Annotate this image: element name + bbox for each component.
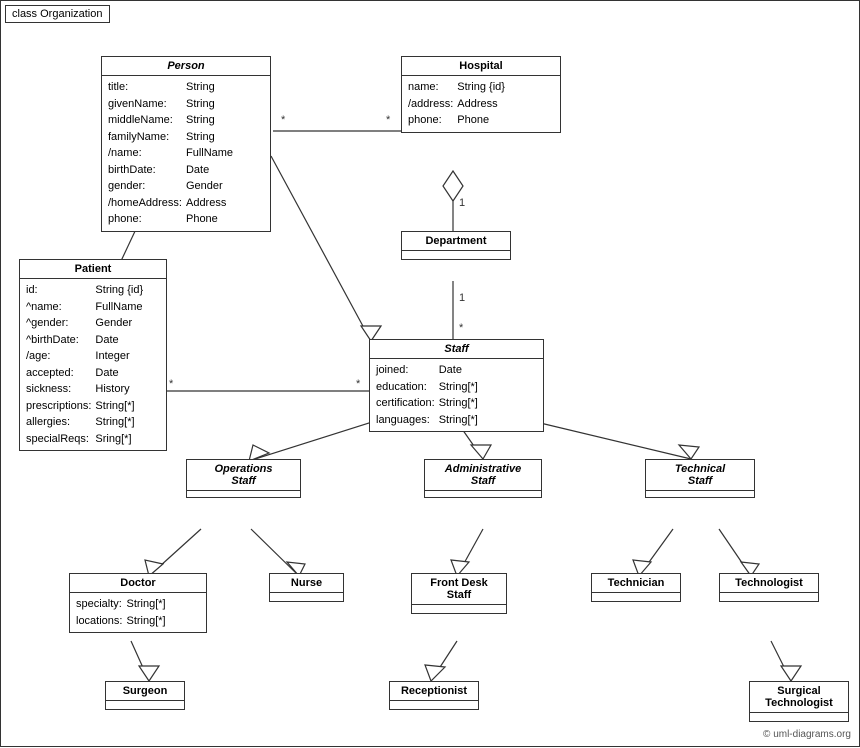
staff-class: Staff joined:Date education:String[*] ce… bbox=[369, 339, 544, 432]
front-desk-staff-title: Front DeskStaff bbox=[412, 574, 506, 605]
svg-text:*: * bbox=[169, 378, 174, 390]
diagram-title: class Organization bbox=[5, 5, 110, 23]
administrative-staff-title: AdministrativeStaff bbox=[425, 460, 541, 491]
svg-text:1: 1 bbox=[459, 292, 465, 304]
technical-staff-class: TechnicalStaff bbox=[645, 459, 755, 498]
hospital-class: Hospital name:String {id} /address:Addre… bbox=[401, 56, 561, 133]
staff-title: Staff bbox=[370, 340, 543, 359]
svg-text:1: 1 bbox=[459, 197, 465, 209]
surgeon-body bbox=[106, 701, 184, 709]
technologist-title: Technologist bbox=[720, 574, 818, 593]
department-class: Department bbox=[401, 231, 511, 260]
hospital-title: Hospital bbox=[402, 57, 560, 76]
patient-title: Patient bbox=[20, 260, 166, 279]
front-desk-staff-class: Front DeskStaff bbox=[411, 573, 507, 614]
surgical-technologist-class: SurgicalTechnologist bbox=[749, 681, 849, 722]
diagram-container: class Organization * * 1 * 1 * bbox=[0, 0, 860, 747]
svg-text:*: * bbox=[459, 322, 464, 334]
technologist-class: Technologist bbox=[719, 573, 819, 602]
technician-title: Technician bbox=[592, 574, 680, 593]
receptionist-class: Receptionist bbox=[389, 681, 479, 710]
front-desk-staff-body bbox=[412, 605, 506, 613]
technician-body bbox=[592, 593, 680, 601]
doctor-title: Doctor bbox=[70, 574, 206, 593]
patient-body: id:String {id} ^name:FullName ^gender:Ge… bbox=[20, 279, 166, 450]
operations-staff-title: OperationsStaff bbox=[187, 460, 300, 491]
surgeon-class: Surgeon bbox=[105, 681, 185, 710]
administrative-staff-class: AdministrativeStaff bbox=[424, 459, 542, 498]
technician-class: Technician bbox=[591, 573, 681, 602]
nurse-body bbox=[270, 593, 343, 601]
person-class: Person title:String givenName:String mid… bbox=[101, 56, 271, 232]
technical-staff-body bbox=[646, 491, 754, 497]
receptionist-body bbox=[390, 701, 478, 709]
svg-text:*: * bbox=[386, 114, 391, 126]
staff-body: joined:Date education:String[*] certific… bbox=[370, 359, 543, 431]
surgical-technologist-title: SurgicalTechnologist bbox=[750, 682, 848, 713]
operations-staff-class: OperationsStaff bbox=[186, 459, 301, 498]
copyright-text: © uml-diagrams.org bbox=[763, 729, 851, 740]
technologist-body bbox=[720, 593, 818, 601]
patient-class: Patient id:String {id} ^name:FullName ^g… bbox=[19, 259, 167, 451]
receptionist-title: Receptionist bbox=[390, 682, 478, 701]
nurse-class: Nurse bbox=[269, 573, 344, 602]
surgeon-title: Surgeon bbox=[106, 682, 184, 701]
nurse-title: Nurse bbox=[270, 574, 343, 593]
doctor-body: specialty:String[*] locations:String[*] bbox=[70, 593, 206, 632]
department-body bbox=[402, 251, 510, 259]
department-title: Department bbox=[402, 232, 510, 251]
doctor-class: Doctor specialty:String[*] locations:Str… bbox=[69, 573, 207, 633]
technical-staff-title: TechnicalStaff bbox=[646, 460, 754, 491]
operations-staff-body bbox=[187, 491, 300, 497]
svg-text:*: * bbox=[281, 114, 286, 126]
svg-text:*: * bbox=[356, 378, 361, 390]
person-body: title:String givenName:String middleName… bbox=[102, 76, 270, 231]
administrative-staff-body bbox=[425, 491, 541, 497]
person-title: Person bbox=[102, 57, 270, 76]
hospital-body: name:String {id} /address:Address phone:… bbox=[402, 76, 560, 132]
surgical-technologist-body bbox=[750, 713, 848, 721]
